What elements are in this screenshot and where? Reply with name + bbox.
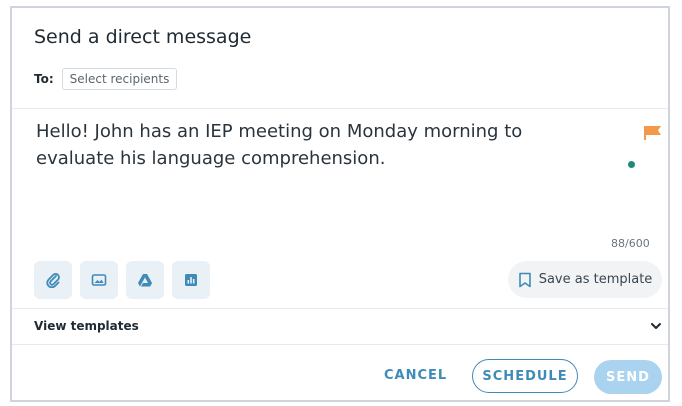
- view-templates-toggle[interactable]: View templates: [34, 319, 139, 333]
- paperclip-icon: [46, 273, 60, 288]
- direct-message-dialog: Send a direct message To: Select recipie…: [10, 6, 670, 402]
- schedule-button[interactable]: SCHEDULE: [472, 359, 578, 393]
- select-recipients-field[interactable]: Select recipients: [61, 68, 178, 90]
- save-as-template-button[interactable]: Save as template: [508, 261, 662, 298]
- chart-icon: [185, 274, 197, 286]
- send-button[interactable]: SEND: [594, 360, 662, 394]
- image-icon: [91, 274, 107, 286]
- chevron-down-icon[interactable]: [649, 319, 663, 333]
- google-drive-icon: [138, 274, 152, 287]
- dialog-title: Send a direct message: [34, 26, 252, 48]
- status-dot: [628, 161, 635, 168]
- divider: [12, 308, 668, 309]
- save-template-label: Save as template: [538, 272, 653, 287]
- recipients-row: To: Select recipients: [34, 68, 178, 90]
- google-drive-button[interactable]: [126, 261, 164, 299]
- bookmark-icon: [518, 272, 531, 287]
- cancel-button[interactable]: CANCEL: [384, 368, 447, 383]
- insert-chart-button[interactable]: [172, 261, 210, 299]
- message-body[interactable]: Hello! John has an IEP meeting on Monday…: [36, 118, 606, 172]
- divider: [12, 344, 668, 345]
- flag-icon[interactable]: [643, 125, 663, 141]
- divider: [12, 108, 668, 109]
- to-label: To:: [34, 72, 54, 86]
- attach-file-button[interactable]: [34, 261, 72, 299]
- character-counter: 88/600: [611, 237, 650, 250]
- insert-image-button[interactable]: [80, 261, 118, 299]
